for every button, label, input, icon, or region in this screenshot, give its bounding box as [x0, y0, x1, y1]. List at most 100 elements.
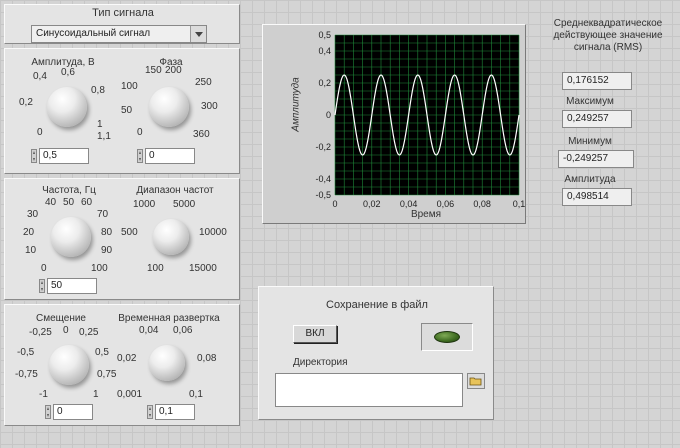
phase-tick-1: 50 [121, 105, 133, 116]
y-tick-label: 0 [326, 110, 331, 120]
amplitude-increment-buttons[interactable] [31, 149, 37, 163]
x-tick-label: 0,06 [437, 199, 455, 209]
offset-sweep-panel: Смещение -1 -0,75 -0,5 -0,25 0 0,25 0,5 … [4, 304, 240, 426]
frequency-tick-7: 70 [97, 209, 109, 220]
signal-type-title: Тип сигнала [92, 7, 154, 19]
frequency-input[interactable]: 50 [47, 278, 97, 294]
offset-tick-5: 0,25 [79, 327, 99, 338]
save-toggle-label: ВКЛ [305, 328, 325, 339]
y-tick-label: 0,2 [318, 78, 331, 88]
save-panel: Сохранение в файл ВКЛ Директория [258, 286, 494, 420]
y-tick-label: -0,4 [315, 174, 331, 184]
frequency-label: Частота, Гц [42, 185, 96, 196]
amplitude-tick-2: 0,4 [33, 71, 47, 82]
frequency-tick-0: 0 [41, 263, 47, 274]
waveform-graph-svg: 0 0,02 0,04 0,06 0,08 0,1 0,5 0,4 0,2 0 -0,2 -0,4 -0… [315, 30, 526, 209]
frequency-tick-2: 20 [23, 227, 35, 238]
rms-label: Среднеквадратическое действующее значени… [553, 18, 663, 53]
phase-tick-4: 200 [165, 65, 182, 76]
save-led-box [421, 323, 473, 351]
amplitude-tick-6: 1,1 [97, 131, 111, 142]
frequency-increment-buttons[interactable] [39, 279, 45, 293]
x-tick-label: 0 [332, 199, 337, 209]
x-tick-label: 0,04 [400, 199, 418, 209]
frequency-tick-3: 30 [27, 209, 39, 220]
x-tick-label: 0,08 [473, 199, 491, 209]
offset-tick-6: 0,5 [95, 347, 109, 358]
freq-range-label: Диапазон частот [136, 185, 214, 196]
offset-input[interactable]: 0 [53, 404, 93, 420]
phase-tick-6: 300 [201, 101, 218, 112]
amplitude-tick-4: 0,8 [91, 85, 105, 96]
max-label: Максимум [566, 96, 614, 107]
frequency-tick-1: 10 [25, 245, 37, 256]
y-tick-label: -0,5 [315, 190, 331, 200]
save-toggle-button[interactable]: ВКЛ [293, 325, 337, 343]
folder-icon [469, 377, 482, 386]
save-title: Сохранение в файл [326, 299, 428, 311]
x-tick-label: 0,02 [363, 199, 381, 209]
offset-tick-8: 1 [93, 389, 99, 400]
offset-tick-7: 0,75 [97, 369, 117, 380]
freq-range-tick-3: 5000 [173, 199, 196, 210]
save-status-led [434, 331, 460, 343]
graph-x-axis-label: Время [410, 209, 442, 220]
freq-range-tick-5: 15000 [189, 263, 217, 274]
phase-tick-2: 100 [121, 81, 138, 92]
time-sweep-increment-buttons[interactable] [147, 405, 153, 419]
frequency-knob[interactable] [51, 217, 91, 257]
phase-input[interactable]: 0 [145, 148, 195, 164]
directory-label: Директория [293, 357, 348, 368]
y-tick-label: 0,5 [318, 30, 331, 40]
chevron-down-icon[interactable] [190, 26, 206, 42]
y-tick-label: 0,4 [318, 46, 331, 56]
freq-range-tick-2: 1000 [133, 199, 156, 210]
time-sweep-tick-5: 0,1 [189, 389, 203, 400]
amplitude-result-indicator: 0,498514 [562, 188, 632, 206]
amplitude-tick-1: 0,2 [19, 97, 33, 108]
time-sweep-tick-0: 0,001 [117, 389, 143, 400]
min-indicator: -0,249257 [558, 150, 634, 168]
offset-tick-1: -0,75 [15, 369, 38, 380]
phase-increment-buttons[interactable] [137, 149, 143, 163]
offset-tick-0: -1 [39, 389, 48, 400]
frequency-tick-5: 50 [63, 197, 75, 208]
freq-range-knob[interactable] [153, 219, 189, 255]
phase-knob[interactable] [149, 87, 189, 127]
time-sweep-tick-2: 0,04 [139, 325, 159, 336]
time-sweep-tick-3: 0,06 [173, 325, 193, 336]
amplitude-input[interactable]: 0,5 [39, 148, 89, 164]
time-sweep-knob[interactable] [149, 345, 185, 381]
offset-label: Смещение [35, 313, 87, 324]
offset-knob[interactable] [49, 345, 89, 385]
phase-tick-7: 360 [193, 129, 210, 140]
phase-tick-3: 150 [145, 65, 162, 76]
x-tick-label: 0,1 [513, 199, 526, 209]
time-sweep-tick-1: 0,02 [117, 353, 137, 364]
offset-increment-buttons[interactable] [45, 405, 51, 419]
signal-type-select[interactable]: Синусоидальный сигнал [31, 25, 207, 43]
amplitude-tick-3: 0,6 [61, 67, 75, 78]
rms-indicator: 0,176152 [562, 72, 632, 90]
frequency-tick-8: 80 [101, 227, 113, 238]
amplitude-knob[interactable] [47, 87, 87, 127]
directory-path-input[interactable] [275, 373, 463, 407]
frequency-panel: Частота, Гц 0 10 20 30 40 50 60 70 80 90… [4, 178, 240, 300]
time-sweep-label: Временная развертка [118, 313, 220, 324]
freq-range-tick-1: 500 [121, 227, 138, 238]
offset-tick-4: 0 [63, 325, 69, 336]
amplitude-result-label: Амплитуда [564, 174, 616, 185]
waveform-graph: 0 0,02 0,04 0,06 0,08 0,1 0,5 0,4 0,2 0 -0,2 -0,4 -0… [262, 24, 526, 224]
offset-tick-3: -0,25 [29, 327, 52, 338]
browse-folder-button[interactable] [467, 373, 485, 389]
signal-type-value: Синусоидальный сигнал [36, 28, 151, 39]
phase-tick-0: 0 [137, 127, 143, 138]
time-sweep-tick-4: 0,08 [197, 353, 217, 364]
phase-tick-5: 250 [195, 77, 212, 88]
min-label: Минимум [568, 136, 612, 147]
frequency-tick-9: 90 [101, 245, 113, 256]
graph-y-axis-label: Амплитуда [290, 77, 302, 132]
amplitude-tick-0: 0 [37, 127, 43, 138]
signal-type-panel: Тип сигнала Синусоидальный сигнал [4, 4, 240, 44]
time-sweep-input[interactable]: 0,1 [155, 404, 195, 420]
